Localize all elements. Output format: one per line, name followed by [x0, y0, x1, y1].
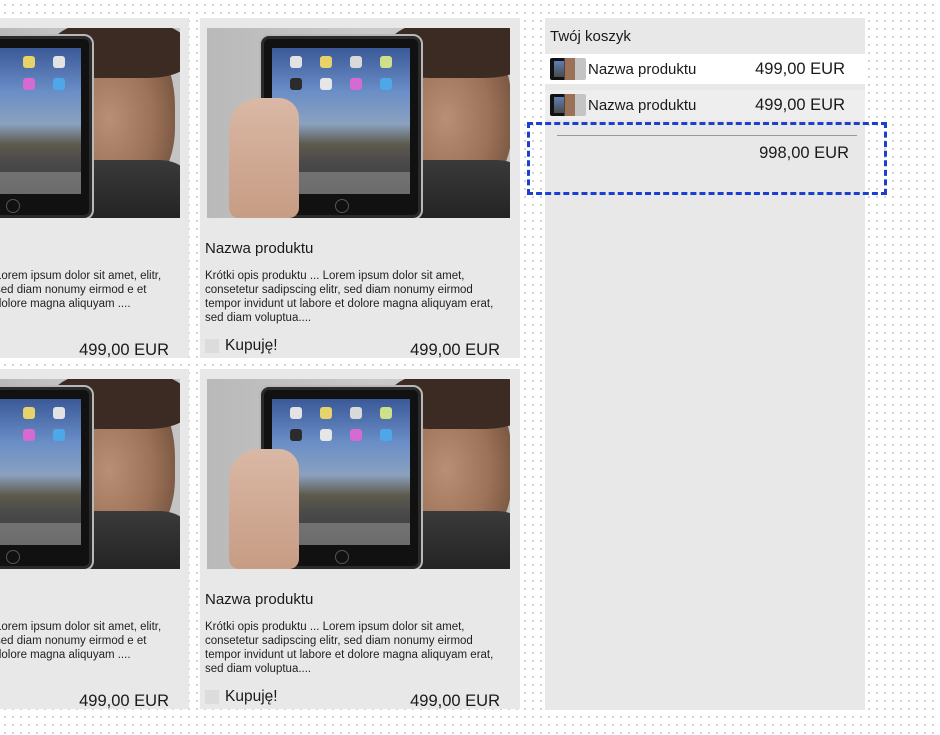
app-icon — [320, 407, 332, 419]
product-price: 499,00 EUR — [79, 692, 169, 709]
app-icon — [380, 56, 392, 68]
cart-item-price: 499,00 EUR — [755, 59, 845, 78]
product-image[interactable] — [0, 379, 180, 569]
cart-total: 998,00 EUR — [759, 144, 849, 162]
app-icon — [350, 407, 362, 419]
buy-label[interactable]: Kupuję! — [225, 688, 278, 706]
tablet-image — [0, 385, 94, 569]
app-icon — [53, 78, 65, 90]
app-icon — [23, 407, 35, 419]
home-button-icon — [335, 199, 349, 213]
product-thumbnail-icon — [550, 58, 586, 80]
product-title[interactable]: Nazwa produktu — [205, 591, 313, 608]
app-icon — [290, 429, 302, 441]
cart-title: Twój koszyk — [550, 28, 631, 45]
app-icon — [23, 56, 35, 68]
app-icon — [290, 56, 302, 68]
app-icon — [320, 78, 332, 90]
product-card: Nazwa produktu Krótki opis produktu ... … — [200, 18, 520, 358]
tablet-dock — [0, 172, 81, 194]
home-button-icon — [6, 550, 20, 564]
product-image[interactable] — [0, 28, 180, 218]
app-icon — [290, 78, 302, 90]
app-icon — [53, 429, 65, 441]
tablet-screen — [0, 399, 81, 545]
app-icon — [320, 429, 332, 441]
app-icon — [23, 78, 35, 90]
product-description: Lorem ipsum dolor sit amet, elitr, sed d… — [0, 270, 162, 310]
product-title[interactable]: Nazwa produktu — [205, 240, 313, 257]
app-icon — [350, 56, 362, 68]
tablet-image — [0, 34, 94, 218]
product-card: Lorem ipsum dolor sit amet, elitr, sed d… — [0, 369, 189, 709]
app-icon — [320, 56, 332, 68]
product-image[interactable] — [207, 28, 510, 218]
buy-label[interactable]: Kupuję! — [225, 337, 278, 355]
app-icon — [350, 429, 362, 441]
app-icon — [53, 56, 65, 68]
product-description: Krótki opis produktu ... Lorem ipsum dol… — [205, 621, 494, 675]
product-price: 499,00 EUR — [410, 341, 500, 358]
product-price: 499,00 EUR — [79, 341, 169, 358]
app-icon — [380, 429, 392, 441]
product-description: Krótki opis produktu ... Lorem ipsum dol… — [205, 270, 494, 324]
cart-total-highlight: 998,00 EUR — [527, 122, 887, 195]
divider — [557, 135, 857, 136]
product-card: Lorem ipsum dolor sit amet, elitr, sed d… — [0, 18, 189, 358]
cart-item-price: 499,00 EUR — [755, 95, 845, 114]
app-icon — [380, 78, 392, 90]
app-icon — [380, 407, 392, 419]
tablet-dock — [0, 523, 81, 545]
home-button-icon — [6, 199, 20, 213]
cart-item[interactable]: Nazwa produktu 499,00 EUR — [545, 54, 865, 84]
checkbox-icon[interactable] — [205, 690, 219, 704]
app-icon — [53, 407, 65, 419]
product-description: Lorem ipsum dolor sit amet, elitr, sed d… — [0, 621, 162, 661]
app-icon — [23, 429, 35, 441]
product-thumbnail-icon — [550, 94, 586, 116]
cart-item-name: Nazwa produktu — [588, 96, 697, 114]
product-card: Nazwa produktu Krótki opis produktu ... … — [200, 369, 520, 709]
home-button-icon — [335, 550, 349, 564]
hand-image — [229, 98, 299, 218]
checkbox-icon[interactable] — [205, 339, 219, 353]
buy-checkbox[interactable]: Kupuję! — [205, 337, 278, 355]
product-price: 499,00 EUR — [410, 692, 500, 709]
app-icon — [290, 407, 302, 419]
product-image[interactable] — [207, 379, 510, 569]
cart-item-name: Nazwa produktu — [588, 60, 697, 78]
app-icon — [350, 78, 362, 90]
tablet-screen — [0, 48, 81, 194]
buy-checkbox[interactable]: Kupuję! — [205, 688, 278, 706]
cart-item[interactable]: Nazwa produktu 499,00 EUR — [545, 90, 865, 120]
hand-image — [229, 449, 299, 569]
